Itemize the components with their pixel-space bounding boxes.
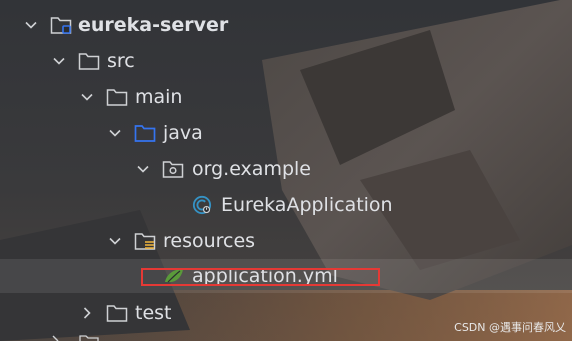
module-folder-icon xyxy=(50,17,72,34)
tree-item-label: EurekaApplication xyxy=(221,194,393,216)
chevron-down-icon[interactable] xyxy=(135,161,151,177)
tree-item-eureka-server[interactable]: eureka-server xyxy=(0,8,572,42)
tree-item-java[interactable]: java xyxy=(0,116,572,150)
resources-folder-icon xyxy=(134,233,156,250)
project-tree: eureka-server src main java org.example … xyxy=(0,0,572,341)
chevron-down-icon[interactable] xyxy=(107,233,123,249)
tree-item-label: eureka-server xyxy=(78,14,229,36)
tree-item-org-example[interactable]: org.example xyxy=(0,152,572,186)
chevron-down-icon[interactable] xyxy=(51,53,67,69)
chevron-down-icon[interactable] xyxy=(107,125,123,141)
tree-item-resources[interactable]: resources xyxy=(0,224,572,258)
highlight-box xyxy=(141,268,380,286)
tree-item-label: src xyxy=(107,50,135,72)
spring-class-icon xyxy=(192,195,212,215)
tree-item-label: main xyxy=(135,86,183,108)
tree-item-label: resources xyxy=(163,230,256,252)
folder-icon xyxy=(106,305,128,322)
tree-item-label: org.example xyxy=(192,158,311,180)
source-folder-icon xyxy=(134,125,156,142)
tree-item-label: test xyxy=(135,302,172,324)
folder-icon xyxy=(78,53,100,70)
chevron-down-icon[interactable] xyxy=(79,89,95,105)
folder-icon xyxy=(106,89,128,106)
tree-item-eureka-application[interactable]: EurekaApplication xyxy=(0,188,572,222)
chevron-down-icon[interactable] xyxy=(23,17,39,33)
tree-item-main[interactable]: main xyxy=(0,80,572,114)
tree-item-label: java xyxy=(163,122,203,144)
tree-item-src[interactable]: src xyxy=(0,44,572,78)
chevron-right-icon[interactable] xyxy=(79,305,95,321)
package-icon xyxy=(162,161,184,178)
watermark: CSDN @遇事问春风乂 xyxy=(454,321,566,334)
